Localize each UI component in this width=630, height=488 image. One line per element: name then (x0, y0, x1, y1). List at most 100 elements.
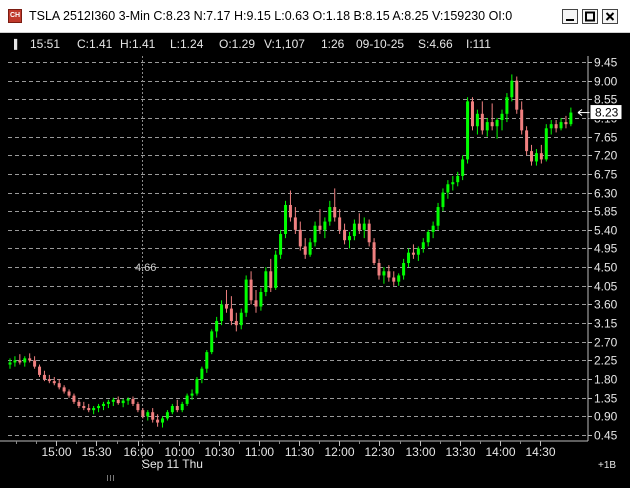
date-label: Sep 11 Thu (142, 457, 203, 471)
candle-down (269, 271, 273, 288)
candle-up (347, 236, 351, 241)
time-tick-label: 15:00 (41, 445, 71, 459)
candle-down (520, 109, 524, 131)
candle-down (151, 412, 155, 420)
price-tick-label: 9.45 (594, 56, 618, 70)
candle-down (62, 387, 66, 392)
candle-up (200, 368, 204, 380)
time-tick-label: 12:00 (324, 445, 354, 459)
candle-up (407, 252, 411, 264)
candle-up (382, 271, 386, 276)
candle-down (175, 405, 179, 411)
candle-up (165, 412, 169, 419)
candle-up (8, 362, 12, 365)
candle-up (185, 395, 189, 404)
price-tick-label: 2.25 (594, 354, 618, 368)
candle-up (101, 403, 105, 406)
candle-up (510, 80, 514, 98)
candle-up (239, 312, 243, 326)
candle-down (525, 130, 529, 152)
candle-down (141, 410, 145, 417)
candle-down (387, 271, 391, 278)
price-tick-label: 1.80 (594, 373, 618, 387)
candle-up (244, 279, 248, 313)
candle-down (156, 419, 160, 423)
candle-down (480, 113, 484, 131)
time-tick-label: 11:30 (285, 445, 314, 459)
candle-up (215, 321, 219, 332)
candle-down (82, 405, 86, 409)
candle-down (411, 252, 415, 255)
candle-down (67, 391, 71, 396)
candle-up (431, 225, 435, 232)
price-tick-label: 6.75 (594, 168, 618, 182)
candle-up (259, 292, 263, 307)
candle-down (530, 151, 534, 162)
time-tick-label: 14:30 (525, 445, 555, 459)
candle-down (554, 124, 558, 129)
candle-up (500, 113, 504, 121)
candle-up (190, 393, 194, 396)
candle-up (436, 207, 440, 226)
candle-up (106, 401, 110, 404)
candle-up (451, 182, 455, 185)
price-tick-label: 3.60 (594, 298, 618, 312)
candle-up (559, 122, 563, 129)
candle-up (495, 120, 499, 127)
last-price-label: 8.23 (595, 106, 619, 120)
scroll-bar[interactable] (0, 470, 630, 481)
chart-canvas[interactable]: 9.459.008.558.107.657.206.756.305.855.40… (0, 0, 630, 480)
candle-up (549, 124, 553, 129)
candle-up (544, 128, 548, 160)
candle-up (274, 254, 278, 288)
candle-up (421, 242, 425, 249)
candle-up (264, 271, 268, 293)
candle-up (402, 263, 406, 276)
candle-down (564, 122, 568, 125)
candle-down (367, 223, 371, 243)
candle-down (72, 395, 76, 402)
candle-down (318, 225, 322, 230)
candle-down (333, 207, 337, 218)
candle-up (352, 223, 356, 237)
candle-up (284, 204, 288, 234)
price-tick-label: 4.05 (594, 280, 618, 294)
candle-down (254, 300, 258, 307)
candle-down (539, 153, 543, 160)
candle-up (195, 379, 199, 394)
candle-down (234, 321, 238, 326)
candle-up (97, 405, 101, 409)
candle-down (229, 308, 233, 322)
candle-down (42, 374, 46, 380)
price-tick-label: 4.50 (594, 261, 618, 275)
time-tick-label: 13:30 (445, 445, 475, 459)
scroll-grip-icon (107, 475, 114, 481)
candle-up (534, 153, 538, 162)
candle-up (205, 352, 209, 369)
price-tick-label: 4.95 (594, 242, 618, 256)
candle-down (392, 277, 396, 282)
time-tick-label: 14:00 (485, 445, 515, 459)
candle-up (121, 400, 125, 404)
candle-up (220, 304, 224, 322)
candle-up (505, 97, 509, 114)
candle-down (57, 383, 61, 388)
candle-up (328, 207, 332, 222)
candlestick-chart[interactable]: 9.459.008.558.107.657.206.756.305.855.40… (0, 0, 630, 480)
candle-up (446, 184, 450, 193)
candle-down (28, 358, 32, 361)
candle-down (515, 80, 519, 110)
candle-down (372, 242, 376, 264)
candle-down (470, 101, 474, 127)
candle-up (170, 405, 174, 413)
candle-down (18, 360, 22, 363)
candle-down (288, 204, 292, 218)
candle-up (146, 412, 150, 417)
candle-down (303, 246, 307, 255)
candle-down (87, 408, 91, 411)
candle-up (111, 399, 115, 402)
candle-down (77, 401, 81, 406)
candle-up (441, 192, 445, 208)
candle-up (461, 159, 465, 176)
candle-up (323, 221, 327, 230)
